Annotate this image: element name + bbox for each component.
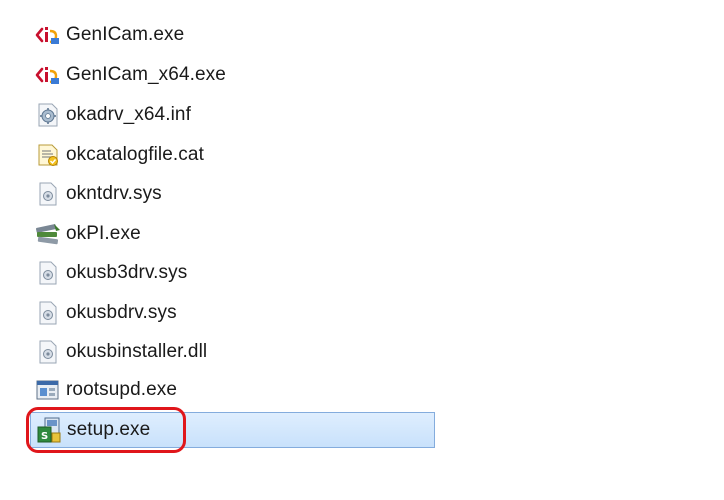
file-item-genicam-x64-exe[interactable]: GenICam_x64.exe — [30, 59, 350, 91]
system-file-icon — [30, 297, 66, 329]
rootsupd-exe-icon — [30, 374, 66, 406]
file-item-rootsupd-exe[interactable]: rootsupd.exe — [30, 374, 350, 406]
file-list: GenICam.exe GenICam_x64.exe okadrv_x64.i… — [0, 0, 724, 500]
catalog-file-icon — [30, 139, 66, 171]
inf-settings-icon — [30, 99, 66, 131]
file-item-okcatalogfile-cat[interactable]: okcatalogfile.cat — [30, 139, 350, 171]
file-name: rootsupd.exe — [66, 379, 178, 400]
dll-file-icon — [30, 336, 66, 368]
system-file-icon — [30, 257, 66, 289]
file-item-okusb3drv-sys[interactable]: okusb3drv.sys — [30, 257, 350, 289]
file-name: setup.exe — [67, 419, 151, 440]
genicam-exe-icon — [30, 19, 66, 51]
file-item-okntdrv-sys[interactable]: okntdrv.sys — [30, 178, 350, 210]
system-file-icon — [30, 178, 66, 210]
okpi-exe-icon — [30, 218, 66, 250]
file-name: okadrv_x64.inf — [66, 104, 191, 125]
file-name: okusbdrv.sys — [66, 302, 177, 323]
setup-exe-icon: S — [31, 414, 67, 446]
file-item-okusbinstaller-dll[interactable]: okusbinstaller.dll — [30, 336, 350, 368]
file-name: okPI.exe — [66, 223, 141, 244]
genicam-exe-icon — [30, 59, 66, 91]
file-item-setup-exe[interactable]: S setup.exe — [30, 412, 435, 448]
file-item-okusbdrv-sys[interactable]: okusbdrv.sys — [30, 297, 350, 329]
file-name: okusbinstaller.dll — [66, 341, 208, 362]
file-item-genicam-exe[interactable]: GenICam.exe — [30, 19, 350, 51]
svg-text:S: S — [41, 431, 48, 442]
file-item-okadrv-x64-inf[interactable]: okadrv_x64.inf — [30, 99, 350, 131]
file-name: okusb3drv.sys — [66, 262, 188, 283]
file-name: okcatalogfile.cat — [66, 144, 204, 165]
file-item-okpi-exe[interactable]: okPI.exe — [30, 218, 350, 250]
file-name: GenICam_x64.exe — [66, 64, 226, 85]
file-name: okntdrv.sys — [66, 183, 162, 204]
file-name: GenICam.exe — [66, 24, 185, 45]
